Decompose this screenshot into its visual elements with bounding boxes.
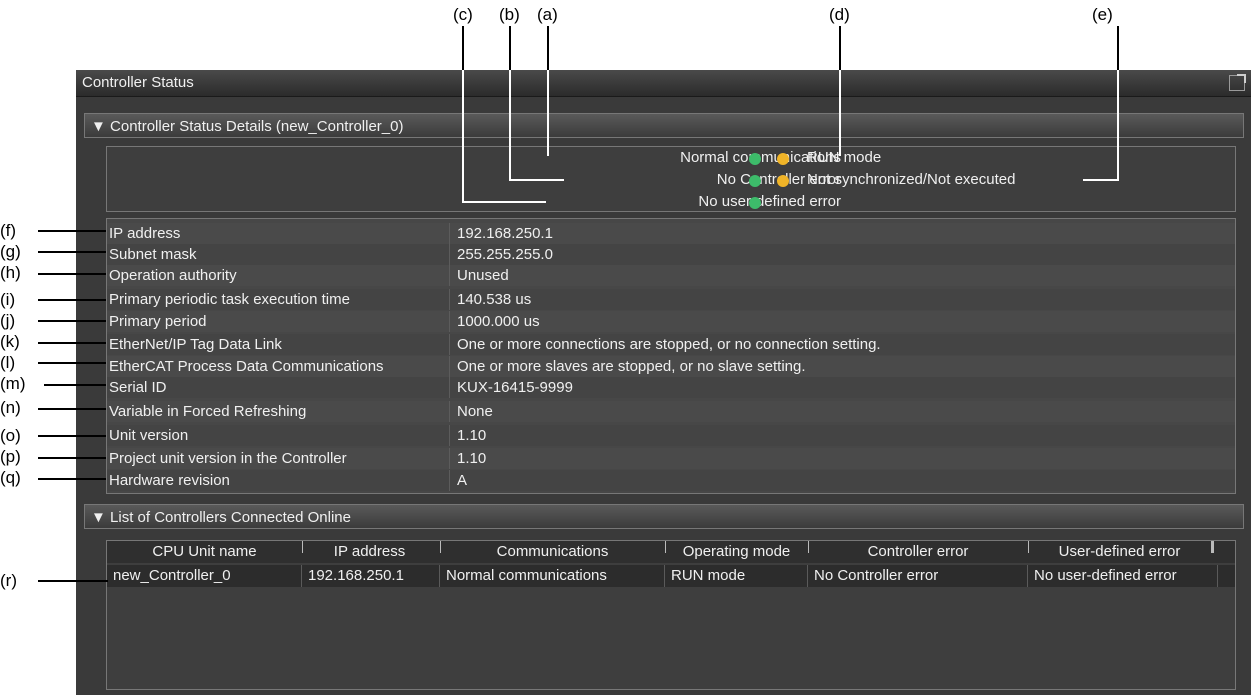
sync-status-dot (777, 175, 789, 187)
cell-controller-error: No Controller error (808, 565, 1028, 587)
property-value: One or more slaves are stopped, or no sl… (457, 358, 806, 375)
property-value: None (457, 403, 493, 420)
property-row: IP address 192.168.250.1 (107, 223, 1235, 244)
property-value: KUX-16415-9999 (457, 379, 573, 396)
cell-cpu-unit-name: new_Controller_0 (107, 565, 302, 587)
callout-c: (c) (453, 5, 473, 24)
property-row: Unit version 1.10 (107, 425, 1235, 446)
property-name: Primary period (109, 313, 207, 330)
controller-properties-table: IP address 192.168.250.1 Subnet mask 255.2… (106, 218, 1236, 494)
sync-status-label: Not synchronized/Not executed (807, 171, 1016, 188)
property-row: Serial ID KUX-16415-9999 (107, 377, 1235, 398)
online-controllers-grid: CPU Unit name IP address Communications … (106, 540, 1236, 690)
undock-icon[interactable] (1229, 74, 1246, 91)
grid-header: CPU Unit name IP address Communications … (107, 541, 1235, 563)
property-row: Primary period 1000.000 us (107, 311, 1235, 332)
property-value: 1.10 (457, 427, 487, 444)
column-header-ip-address[interactable]: IP address (302, 541, 437, 563)
property-name: Primary periodic task execution time (109, 291, 350, 308)
property-name: IP address (109, 225, 181, 242)
property-row: Primary periodic task execution time 140.… (107, 289, 1235, 310)
property-value: 255.255.255.0 (457, 246, 553, 263)
property-row: Hardware revision A (107, 470, 1235, 491)
property-name: Subnet mask (109, 246, 197, 263)
property-row: Operation authority Unused (107, 265, 1235, 286)
cell-communications: Normal communications (440, 565, 665, 587)
status-indicator-box: Normal communications RUN mode No Contro… (106, 146, 1236, 212)
callout-d: (d) (829, 5, 850, 24)
property-row: EtherCAT Process Data Communications One … (107, 356, 1235, 377)
user-error-status-dot (749, 197, 761, 209)
cell-operating-mode: RUN mode (665, 565, 808, 587)
property-row: Variable in Forced Refreshing None (107, 401, 1235, 422)
callout-m: (m) (0, 374, 26, 393)
communications-status-dot (749, 153, 761, 165)
property-name: Project unit version in the Controller (109, 450, 347, 467)
cell-user-defined-error: No user-defined error (1028, 565, 1218, 587)
property-name: Variable in Forced Refreshing (109, 403, 307, 420)
property-value: Unused (457, 267, 509, 284)
window-title: Controller Status (82, 74, 194, 91)
property-value: 192.168.250.1 (457, 225, 553, 242)
window-titlebar: Controller Status (76, 70, 1251, 97)
cell-ip-address: 192.168.250.1 (302, 565, 440, 587)
property-name: EtherNet/IP Tag Data Link (109, 336, 282, 353)
column-header-user-defined-error[interactable]: User-defined error (1028, 541, 1211, 563)
run-mode-label: RUN mode (807, 149, 882, 166)
column-header-cpu-unit-name[interactable]: CPU Unit name (107, 541, 302, 563)
callout-e: (e) (1092, 5, 1113, 24)
property-value: 1.10 (457, 450, 487, 467)
controller-status-window: Controller Status ▼ Controller Status De… (76, 70, 1251, 695)
callout-a: (a) (537, 5, 558, 24)
property-value: 1000.000 us (457, 313, 540, 330)
property-value: 140.538 us (457, 291, 532, 308)
property-row: EtherNet/IP Tag Data Link One or more con… (107, 334, 1235, 355)
callout-b: (b) (499, 5, 520, 24)
property-name: Unit version (109, 427, 189, 444)
list-section-header[interactable]: ▼ List of Controllers Connected Online (84, 504, 1244, 529)
property-name: EtherCAT Process Data Communications (109, 358, 384, 375)
property-name: Serial ID (109, 379, 167, 396)
user-defined-error-label: No user-defined error (698, 193, 841, 210)
column-header-controller-error[interactable]: Controller error (808, 541, 1028, 563)
property-row: Project unit version in the Controller 1.… (107, 448, 1235, 469)
table-row[interactable]: new_Controller_0 192.168.250.1 Normal co… (107, 565, 1235, 587)
run-mode-status-dot (777, 153, 789, 165)
property-value: One or more connections are stopped, or … (457, 336, 881, 353)
details-section-header[interactable]: ▼ Controller Status Details (new_Control… (84, 113, 1244, 138)
property-row: Subnet mask 255.255.255.0 (107, 244, 1235, 265)
column-header-communications[interactable]: Communications (440, 541, 665, 563)
controller-error-status-dot (749, 175, 761, 187)
property-name: Operation authority (109, 267, 237, 284)
column-header-operating-mode[interactable]: Operating mode (665, 541, 808, 563)
property-name: Hardware revision (109, 472, 230, 489)
property-value: A (457, 472, 468, 489)
